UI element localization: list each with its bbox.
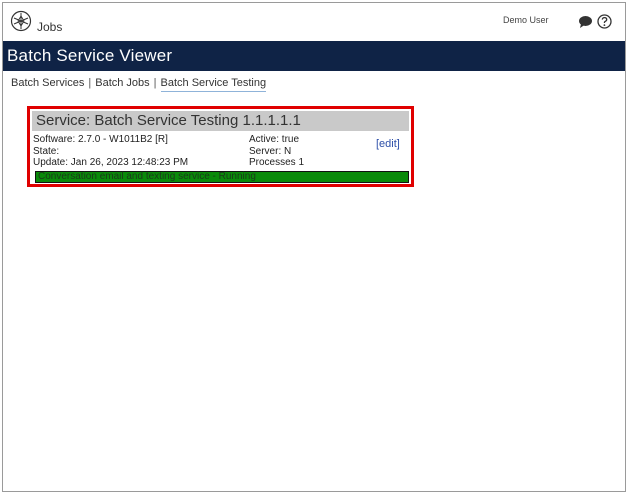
process-count: Processes 1 <box>249 157 305 168</box>
top-bar: Jobs Demo User <box>3 3 625 41</box>
user-name[interactable]: Demo User <box>503 15 549 25</box>
service-card: Service: Batch Service Testing 1.1.1.1.1… <box>27 106 414 187</box>
chat-icon[interactable] <box>578 15 593 29</box>
breadcrumb-batch-jobs[interactable]: Batch Jobs <box>95 77 149 89</box>
service-status-bar: Conversation email and texting service -… <box>35 171 409 183</box>
active-status: Active: true <box>249 134 300 145</box>
app-window: Jobs Demo User Batch Service Viewer Batc… <box>2 2 626 492</box>
service-title: Service: Batch Service Testing 1.1.1.1.1 <box>36 112 301 129</box>
software-version: Software: 2.7.0 - W1011B2 [R] <box>33 134 168 145</box>
service-status-text: Conversation email and texting service -… <box>38 171 256 182</box>
logo-icon[interactable] <box>10 10 32 32</box>
last-update: Update: Jan 26, 2023 12:48:23 PM <box>33 157 189 168</box>
breadcrumb-separator: | <box>153 77 157 89</box>
service-state: State: <box>33 145 60 157</box>
app-name[interactable]: Jobs <box>37 20 62 34</box>
help-icon[interactable] <box>597 14 612 29</box>
breadcrumb: Batch Services | Batch Jobs | Batch Service … <box>11 77 267 92</box>
page-title: Batch Service Viewer <box>7 46 173 65</box>
title-bar: Batch Service Viewer <box>3 41 625 71</box>
breadcrumb-batch-services[interactable]: Batch Services <box>11 77 84 89</box>
service-card-header: Service: Batch Service Testing 1.1.1.1.1 <box>32 111 409 131</box>
breadcrumb-separator: | <box>88 77 92 89</box>
service-details-left: Software: 2.7.0 - W1011B2 [R] State: Upd… <box>33 134 188 169</box>
edit-link[interactable]: [edit] <box>376 138 400 150</box>
breadcrumb-batch-service-testing[interactable]: Batch Service Testing <box>160 77 267 92</box>
service-details-right: Active: true Server: N Processes 1 <box>249 134 304 169</box>
server-status: Server: N <box>249 145 292 157</box>
